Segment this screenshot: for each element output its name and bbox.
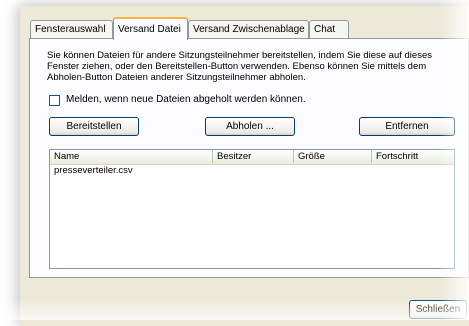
description-text: Sie können Dateien für andere Sitzungste… xyxy=(47,50,432,83)
provide-button[interactable]: Bereitstellen xyxy=(49,117,139,136)
fetch-button[interactable]: Abholen ... xyxy=(205,117,295,136)
tab-versand-datei[interactable]: Versand Datei xyxy=(113,17,188,40)
notify-checkbox-label: Melden, wenn neue Dateien abgeholt werde… xyxy=(66,94,306,105)
tab-versand-zwischenablage[interactable]: Versand Zwischenablage xyxy=(188,20,309,38)
remove-button[interactable]: Entfernen xyxy=(359,117,455,136)
file-list[interactable]: Name Besitzer Größe Fortschritt presseve… xyxy=(49,149,455,269)
column-header-owner[interactable]: Besitzer xyxy=(213,150,294,163)
close-button[interactable]: Schließen xyxy=(409,300,467,319)
column-header-size[interactable]: Größe xyxy=(294,150,372,163)
notify-checkbox[interactable] xyxy=(49,95,60,106)
tab-chat[interactable]: Chat xyxy=(309,20,349,38)
file-list-header: Name Besitzer Größe Fortschritt xyxy=(50,150,454,165)
tab-fensterauswahl[interactable]: Fensterauswahl xyxy=(30,20,113,38)
list-item[interactable]: presseverteiler.csv xyxy=(50,165,133,177)
column-header-name[interactable]: Name xyxy=(50,150,213,163)
column-header-progress[interactable]: Fortschritt xyxy=(372,150,454,163)
